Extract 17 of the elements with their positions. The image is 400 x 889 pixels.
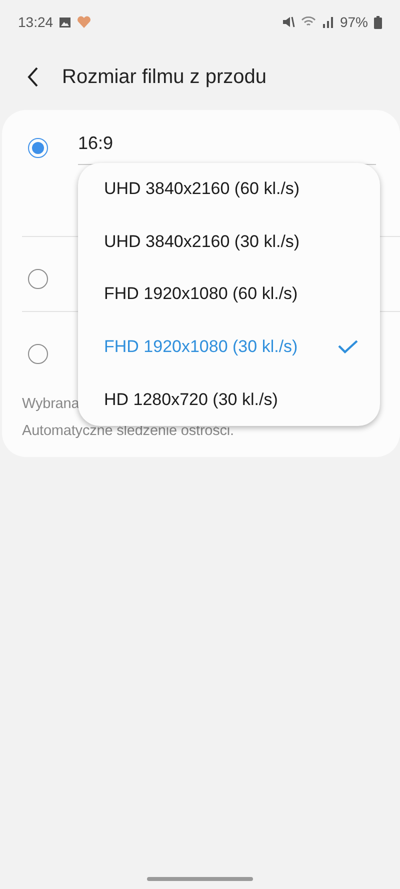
check-icon [338,340,358,354]
radio-button[interactable] [28,344,48,364]
wifi-icon [300,16,316,28]
menu-item[interactable]: FHD 1920x1080 (60 kl./s) [78,268,380,321]
menu-item[interactable]: UHD 3840x2160 (60 kl./s) [78,163,380,216]
menu-item[interactable]: UHD 3840x2160 (30 kl./s) [78,216,380,268]
page-title: Rozmiar filmu z przodu [62,66,267,88]
battery-percentage: 97% [340,14,368,30]
status-time: 13:24 [18,14,54,30]
mute-icon [282,16,295,28]
radio-button[interactable] [28,269,48,289]
heart-icon [77,16,92,28]
battery-icon [374,16,382,28]
signal-icon [322,16,334,28]
radio-button[interactable] [28,138,48,158]
description-text: Wybrana [22,395,80,414]
gallery-icon [59,16,72,28]
